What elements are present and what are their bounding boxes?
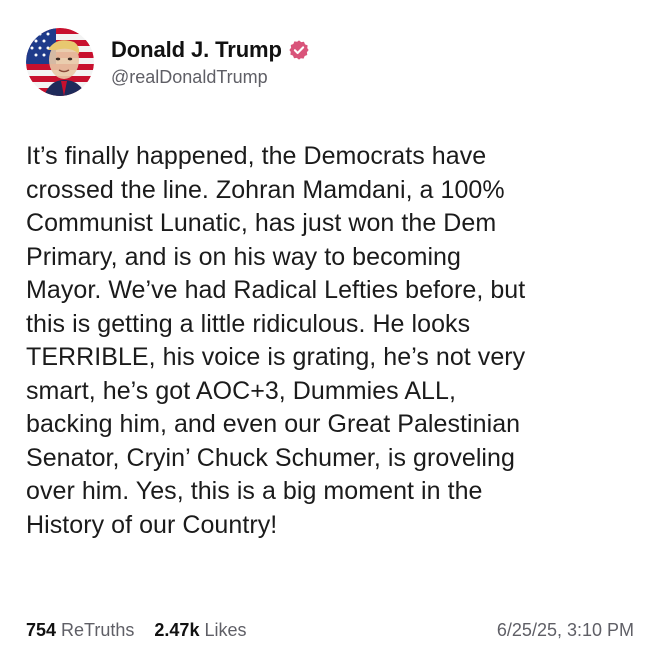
post-text-line: Communist Lunatic, has just won the Dem	[26, 209, 497, 237]
author-identity: Donald J. Trump @realDonaldTrump	[111, 37, 310, 88]
likes-stat[interactable]: 2.47k Likes	[154, 620, 246, 641]
post-text-line: Mayor. We’ve had Radical Lefties before,…	[26, 276, 526, 304]
post-text-line: smart, he’s got AOC+3, Dummies ALL,	[26, 376, 456, 405]
author-handle[interactable]: @realDonaldTrump	[111, 67, 310, 88]
retruths-label: ReTruths	[61, 620, 135, 640]
post-stats: 754 ReTruths 2.47k Likes	[26, 620, 266, 641]
verified-badge-icon	[288, 39, 310, 61]
post-text-line: History of our Country!	[26, 510, 278, 539]
post-text-line: this is getting a little ridiculous. He …	[26, 309, 471, 338]
name-row: Donald J. Trump	[111, 37, 310, 63]
post-text-line: Primary, and is on his way to becoming	[26, 242, 461, 271]
post-header: Donald J. Trump @realDonaldTrump	[26, 24, 634, 100]
retruths-stat[interactable]: 754 ReTruths	[26, 620, 134, 641]
post-text-line: over him. Yes, this is a big moment in t…	[26, 477, 483, 505]
avatar-image	[26, 28, 94, 96]
likes-label: Likes	[204, 620, 247, 640]
post-text-line: crossed the line. Zohran Mamdani, a 100%	[26, 175, 505, 204]
post-text-line: backing him, and even our Great Palestin…	[26, 410, 521, 438]
post-body: It’s finally happened, the Democrats hav…	[26, 140, 632, 542]
post-text-line: It’s finally happened, the Democrats hav…	[26, 142, 487, 170]
post-text-line: Senator, Cryin’ Chuck Schumer, is grovel…	[26, 443, 515, 472]
author-display-name[interactable]: Donald J. Trump	[111, 37, 282, 63]
likes-count: 2.47k	[154, 620, 200, 640]
post-card: Donald J. Trump @realDonaldTrump It’s fi…	[0, 0, 660, 663]
retruths-count: 754	[26, 620, 57, 640]
post-timestamp[interactable]: 6/25/25, 3:10 PM	[497, 620, 634, 641]
post-footer: 754 ReTruths 2.47k Likes 6/25/25, 3:10 P…	[26, 620, 634, 641]
avatar[interactable]	[26, 28, 94, 96]
post-text-line: TERRIBLE, his voice is grating, he’s not…	[26, 343, 526, 371]
